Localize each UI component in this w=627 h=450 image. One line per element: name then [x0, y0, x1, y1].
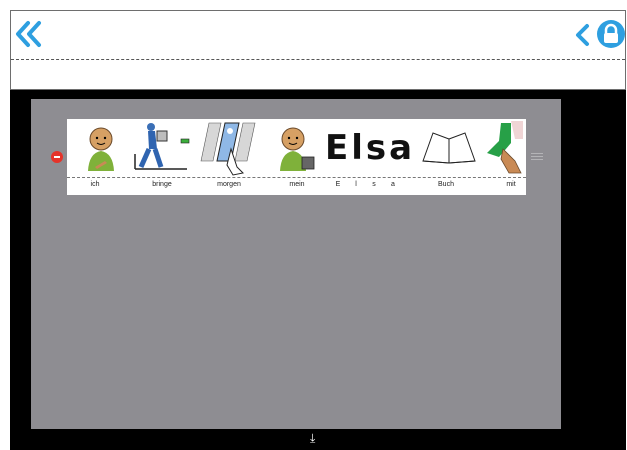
drag-handle-icon[interactable] [531, 153, 543, 161]
symbol-bringe [131, 119, 193, 177]
lock-icon[interactable] [596, 19, 626, 49]
word-label: mit [506, 181, 516, 188]
minus-circle-icon[interactable] [51, 151, 63, 163]
app-window: Elsa ich bringe morgen mein E l s a Buch… [10, 10, 626, 450]
symbol-buch [419, 119, 479, 177]
double-chevron-left-icon[interactable] [13, 19, 43, 49]
header-divider [11, 59, 625, 60]
symbol-morgen [197, 119, 259, 177]
word-label: mein [289, 181, 305, 188]
word-label: Buch [438, 181, 454, 188]
word-label: a [391, 181, 395, 188]
chevron-left-icon[interactable] [574, 23, 590, 47]
sentence-strip[interactable]: Elsa ich bringe morgen mein E l s a Buch… [67, 119, 526, 195]
symbol-name-elsa: Elsa [325, 119, 415, 177]
header-bar [10, 10, 626, 90]
word-label: morgen [217, 181, 241, 188]
sentence-panel: Elsa ich bringe morgen mein E l s a Buch… [31, 99, 561, 429]
strip-divider [67, 177, 526, 178]
arrow-down-to-line-icon[interactable]: ⤓ [310, 431, 315, 446]
word-label: bringe [152, 181, 172, 188]
symbol-ich [83, 119, 119, 177]
name-text: Elsa [325, 128, 416, 168]
symbol-mit [481, 119, 525, 177]
symbol-mein [277, 119, 317, 177]
word-label: ich [90, 181, 100, 188]
